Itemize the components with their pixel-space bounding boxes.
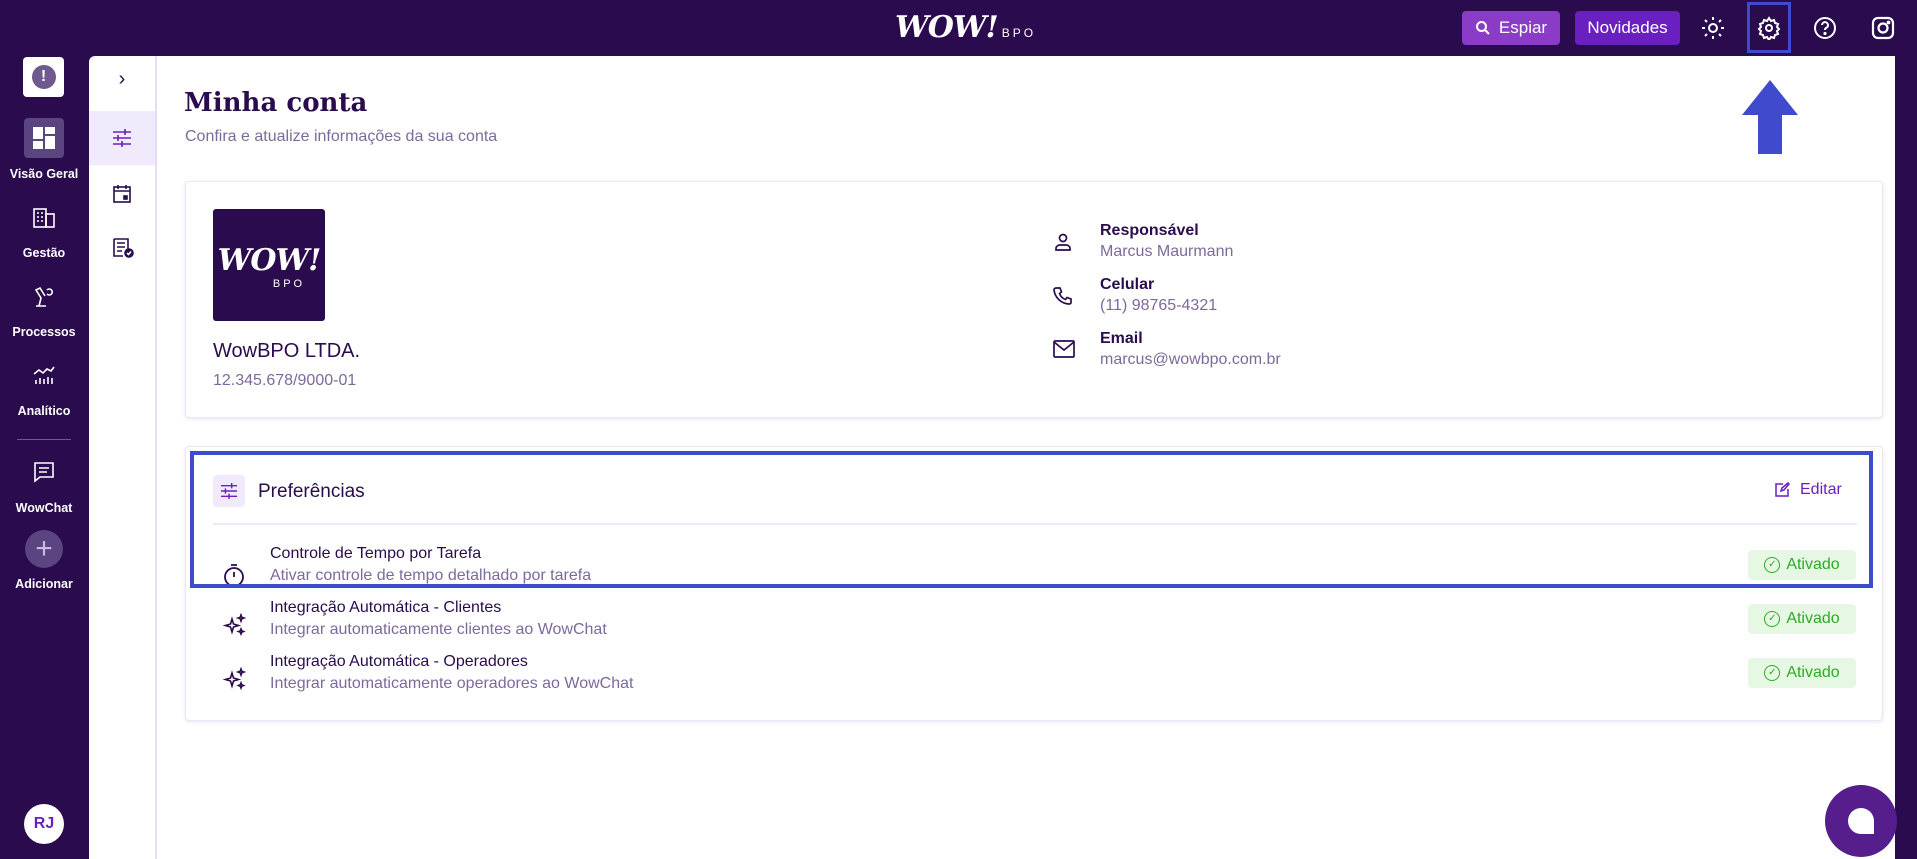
company-logo: WOW! BPO (213, 209, 325, 321)
contact-label: Email (1100, 330, 1143, 347)
preference-title: Integração Automática - Operadores (270, 653, 528, 670)
alert-button[interactable]: ! (23, 57, 64, 97)
expand-chevron-icon[interactable]: › (89, 68, 155, 91)
contact-value: marcus@wowbpo.com.br (1100, 351, 1281, 368)
rail-divider (17, 439, 71, 440)
help-icon[interactable] (1811, 14, 1839, 42)
preference-title: Integração Automática - Clientes (270, 599, 502, 616)
page-title: Minha conta (184, 88, 368, 118)
top-bar: WOW! BPO Espiar Novidades (0, 0, 1917, 56)
status-badge: ✓ Ativado (1748, 604, 1856, 634)
secondary-sidebar: › (89, 56, 157, 859)
logo-text: WOW! (895, 10, 999, 45)
settings-highlight-box (1747, 2, 1791, 53)
check-circle-icon: ✓ (1764, 665, 1781, 681)
analytics-icon (24, 355, 64, 395)
novidades-label: Novidades (1587, 18, 1668, 37)
main-content: Minha conta Confira e atualize informaçõ… (157, 56, 1895, 859)
status-badge: ✓ Ativado (1748, 658, 1856, 688)
check-circle-icon: ✓ (1764, 611, 1781, 627)
espiar-button[interactable]: Espiar (1462, 11, 1560, 45)
rail-item-gestao[interactable]: Gestão (0, 198, 88, 260)
rail-item-adicionar[interactable]: + Adicionar (0, 530, 88, 591)
rail-item-processos[interactable]: Processos (0, 276, 88, 339)
building-icon (24, 198, 64, 238)
rail-label: Visão Geral (9, 167, 79, 181)
robot-arm-icon (24, 276, 64, 316)
rail-item-analitico[interactable]: Analítico (0, 355, 88, 418)
calendar-icon[interactable] (112, 184, 132, 209)
theme-toggle-sun-icon[interactable] (1699, 14, 1727, 42)
preference-highlight-box (190, 451, 1873, 588)
rail-item-visao-geral[interactable]: Visão Geral (0, 118, 88, 181)
rail-label: WowChat (15, 501, 73, 515)
espiar-label: Espiar (1498, 18, 1548, 37)
rail-label: Analítico (17, 404, 71, 418)
sparkles-icon (222, 666, 247, 696)
plus-icon: + (25, 530, 63, 568)
page-subtitle: Confira e atualize informações da sua co… (185, 128, 498, 145)
search-icon (1475, 21, 1490, 35)
sliders-icon (113, 129, 131, 147)
contact-label: Responsável (1100, 222, 1199, 239)
status-label: Ativado (1786, 664, 1840, 681)
sparkles-icon (222, 612, 247, 642)
phone-icon (1053, 286, 1073, 311)
rail-label: Gestão (22, 246, 66, 260)
person-icon (1053, 232, 1073, 257)
company-cnpj: 12.345.678/9000-01 (213, 372, 357, 389)
user-avatar[interactable]: RJ (24, 804, 64, 844)
contact-label: Celular (1100, 276, 1155, 293)
preference-description: Integrar automaticamente operadores ao W… (270, 675, 634, 692)
chat-icon (24, 452, 64, 492)
rail-label: Processos (12, 325, 76, 339)
contact-value: Marcus Maurmann (1100, 243, 1234, 260)
contact-value: (11) 98765-4321 (1100, 297, 1218, 314)
preference-description: Integrar automaticamente clientes ao Wow… (270, 621, 607, 638)
company-logo-text: WOW! (217, 243, 322, 278)
document-check-icon[interactable] (112, 238, 134, 263)
company-name: WowBPO LTDA. (213, 340, 361, 362)
company-logo-sub: BPO (272, 278, 306, 290)
rail-label: Adicionar (15, 577, 73, 591)
logo-sub: BPO (1001, 26, 1037, 40)
rail-item-wowchat[interactable]: WowChat (0, 452, 88, 515)
company-card: WOW! BPO WowBPO LTDA. 12.345.678/9000-01… (185, 181, 1883, 418)
status-label: Ativado (1786, 610, 1840, 627)
chat-bubble-icon (1848, 808, 1874, 834)
annotation-arrow-up-icon (1742, 80, 1798, 154)
preferences-nav-item[interactable] (89, 111, 155, 165)
app-logo: WOW! BPO (895, 10, 1036, 45)
dashboard-icon (24, 118, 64, 158)
avatar-initials: RJ (33, 815, 55, 832)
alert-icon: ! (31, 65, 56, 89)
mail-icon (1053, 340, 1075, 363)
instagram-icon[interactable] (1869, 14, 1897, 42)
chat-fab-button[interactable] (1825, 785, 1897, 857)
novidades-button[interactable]: Novidades (1575, 11, 1680, 45)
